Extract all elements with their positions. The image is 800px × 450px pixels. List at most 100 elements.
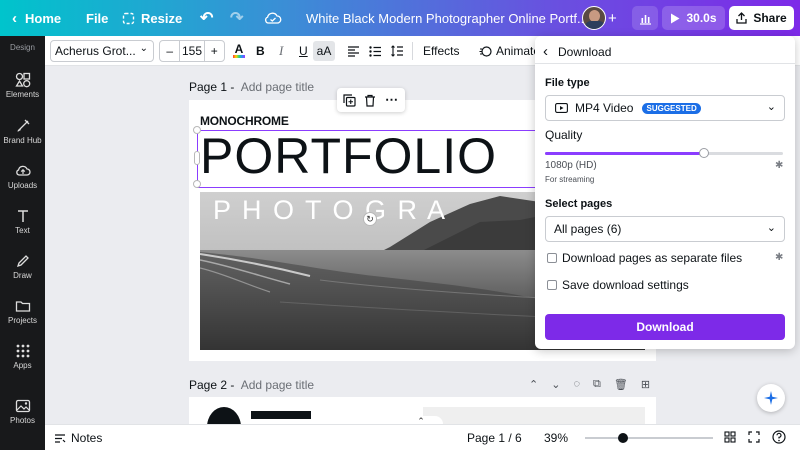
rail-item-photos[interactable]: Photos — [0, 398, 45, 425]
line-spacing-icon — [391, 45, 404, 57]
move-down-icon[interactable]: ⌄ — [551, 378, 560, 391]
bold-button[interactable]: B — [256, 36, 265, 66]
grid-view-icon[interactable] — [724, 431, 736, 443]
rail-item-text[interactable]: Text — [0, 208, 45, 235]
file-type-select[interactable]: MP4 Video SUGGESTED ⌄ — [545, 95, 785, 121]
letter-case-button[interactable]: aA — [313, 41, 335, 61]
download-panel-header: ‹ Download — [543, 43, 611, 60]
font-size-input[interactable]: 155 — [179, 41, 205, 61]
present-timer-button[interactable]: 30.0s — [662, 6, 725, 30]
rotate-handle[interactable]: ↻ — [363, 212, 377, 226]
rail-label-elements: Elements — [5, 90, 40, 99]
file-menu-button[interactable]: File — [86, 0, 108, 36]
rail-item-brand-hub[interactable]: Brand Hub — [0, 118, 45, 145]
redo-icon: ↷ — [230, 10, 244, 27]
quality-slider[interactable] — [545, 148, 783, 158]
add-collaborator-button[interactable]: + — [608, 0, 617, 36]
underline-label: U — [299, 44, 308, 58]
monochrome-heading[interactable]: MONOCHROME — [200, 114, 289, 128]
download-button[interactable]: Download — [545, 314, 785, 340]
page-indicator-button[interactable]: Page 1 / 6 — [467, 425, 522, 450]
effects-label: Effects — [423, 44, 460, 58]
separate-files-checkbox[interactable] — [547, 253, 557, 263]
quality-slider-thumb[interactable] — [699, 148, 710, 158]
element-action-bar: ⋯ — [337, 88, 405, 112]
plus-icon: + — [608, 9, 617, 27]
notes-label: Notes — [71, 431, 103, 445]
left-rail: Design Elements Brand Hub Uploads Text D… — [0, 36, 45, 450]
chevron-up-icon: ⌃ — [417, 416, 425, 424]
chevron-down-icon: ⌄ — [766, 222, 776, 234]
insights-button[interactable] — [632, 6, 658, 30]
cloud-save-button[interactable] — [264, 0, 282, 36]
more-options-icon[interactable]: ⋯ — [385, 92, 398, 108]
help-icon[interactable] — [772, 430, 786, 444]
redo-button[interactable]: ↷ — [230, 0, 243, 36]
document-title[interactable]: White Black Modern Photographer Online P… — [306, 0, 588, 36]
back-chevron-icon[interactable]: ‹ — [543, 43, 548, 60]
quality-note-text: For streaming — [545, 175, 595, 184]
add-page-icon[interactable]: ⊞ — [641, 378, 650, 391]
hide-page-icon[interactable]: ◌ — [573, 378, 580, 391]
font-size-decrease-button[interactable]: – — [160, 44, 179, 58]
share-label: Share — [753, 11, 787, 25]
undo-button[interactable]: ↶ — [200, 0, 213, 36]
underline-button[interactable]: U — [299, 36, 308, 66]
rail-label-uploads: Uploads — [7, 181, 38, 190]
duplicate-page-icon[interactable]: ⧉ — [593, 378, 601, 391]
rail-item-draw[interactable]: Draw — [0, 253, 45, 280]
effects-button[interactable]: Effects — [423, 36, 459, 66]
photography-text-box[interactable]: P H O T O G R A — [213, 195, 447, 226]
rail-item-uploads[interactable]: Uploads — [0, 163, 45, 190]
resize-button[interactable]: Resize — [122, 0, 182, 36]
quality-note: For streaming — [545, 175, 594, 184]
select-pages-dropdown[interactable]: All pages (6) ⌄ — [545, 216, 785, 242]
page-1-label: Page 1 - — [189, 80, 235, 94]
animate-button[interactable]: Animate — [479, 36, 540, 66]
suggested-badge: SUGGESTED — [642, 102, 701, 114]
rail-item-apps[interactable]: Apps — [0, 343, 45, 370]
list-button[interactable] — [369, 36, 382, 66]
fullscreen-icon[interactable] — [748, 431, 760, 443]
separate-files-label: Download pages as separate files — [562, 251, 742, 265]
monochrome-text: MONOCHROME — [200, 114, 289, 128]
page-2-title-input[interactable]: Add page title — [241, 378, 314, 392]
rail-section-design[interactable]: Design — [0, 43, 45, 52]
font-size-increase-button[interactable]: + — [205, 44, 224, 58]
delete-page-icon[interactable]: 🗑 — [614, 378, 628, 391]
page-2-image-placeholder — [423, 407, 645, 424]
home-button[interactable]: ‹ Home — [12, 0, 61, 36]
avatar[interactable] — [582, 6, 606, 30]
design-label: Design — [10, 43, 35, 52]
resize-icon — [122, 12, 135, 25]
quality-label-text: Quality — [545, 128, 583, 142]
trash-icon[interactable] — [364, 94, 376, 107]
move-up-icon[interactable]: ⌃ — [529, 378, 538, 391]
zoom-slider[interactable] — [585, 433, 713, 443]
text-color-button[interactable]: A — [233, 36, 245, 66]
resize-handle-left[interactable] — [194, 151, 200, 165]
duplicate-icon[interactable] — [343, 94, 356, 107]
share-button[interactable]: Share — [729, 6, 794, 30]
italic-label: I — [279, 43, 284, 58]
rail-item-projects[interactable]: Projects — [0, 298, 45, 325]
page-1-title-input[interactable]: Add page title — [241, 80, 314, 94]
page-1-header: Page 1 - Add page title — [189, 80, 314, 94]
zoom-value[interactable]: 39% — [544, 425, 568, 450]
align-button[interactable] — [347, 36, 360, 66]
zoom-slider-thumb[interactable] — [618, 433, 629, 443]
upload-icon — [736, 12, 747, 24]
italic-button[interactable]: I — [279, 36, 283, 66]
spacing-button[interactable] — [391, 36, 404, 66]
font-family-select[interactable]: Acherus Grot... ⌄ — [50, 40, 154, 62]
save-settings-checkbox[interactable] — [547, 280, 557, 290]
font-size-stepper[interactable]: – 155 + — [159, 40, 225, 62]
magic-assistant-button[interactable] — [757, 384, 785, 412]
resize-handle-bottom-left[interactable] — [193, 180, 201, 188]
projects-icon — [0, 298, 45, 314]
resize-handle-top-left[interactable] — [193, 126, 201, 134]
show-pages-handle[interactable]: ⌃ — [399, 416, 443, 424]
notes-button[interactable]: Notes — [54, 425, 102, 450]
portfolio-text-box[interactable]: PORTFOLIO — [193, 126, 542, 188]
rail-item-elements[interactable]: Elements — [0, 72, 45, 99]
